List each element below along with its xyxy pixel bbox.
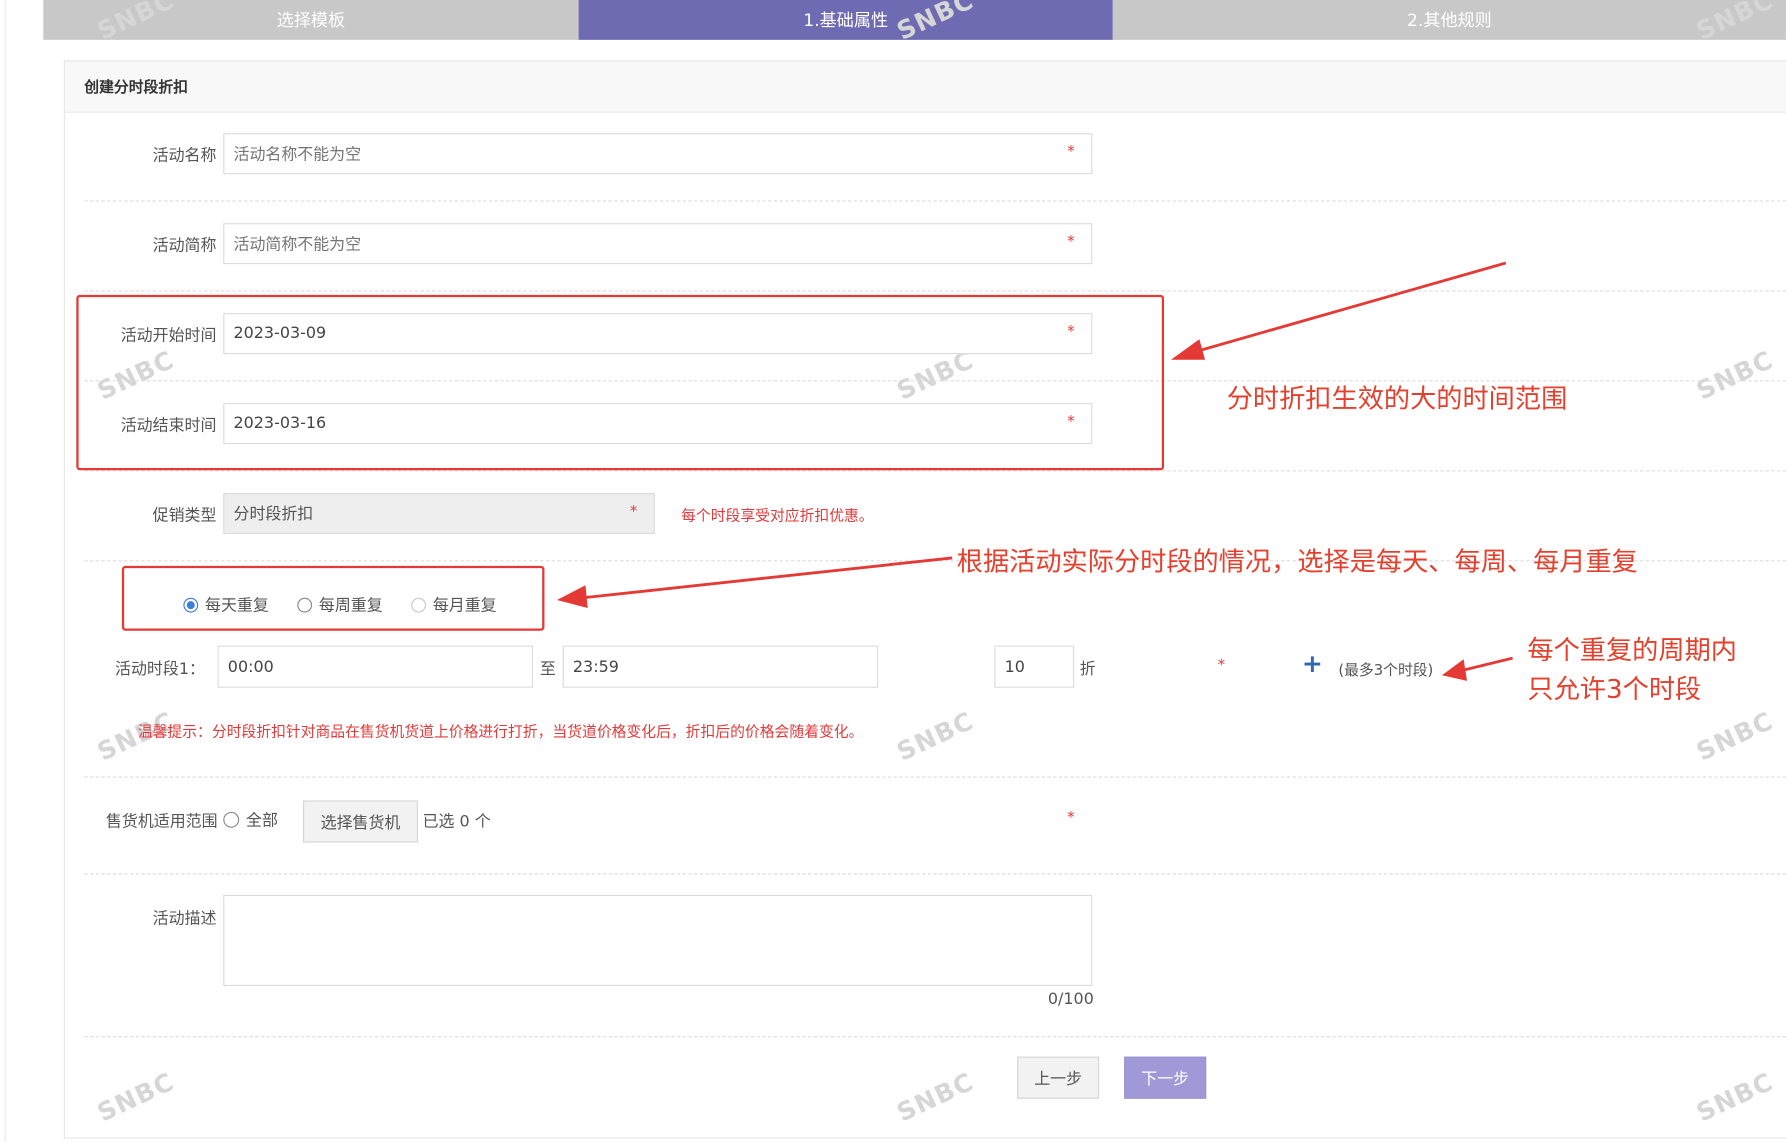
annotation-max-periods-1: 每个重复的周期内 bbox=[1527, 636, 1737, 667]
annotation-max-periods-2: 只允许3个时段 bbox=[1527, 675, 1702, 705]
annotation-repeat-choice: 根据活动实际分时段的情况，选择是每天、每周、每月重复 bbox=[956, 547, 1638, 578]
annotation-time-range: 分时折扣生效的大的时间范围 bbox=[1226, 384, 1568, 415]
